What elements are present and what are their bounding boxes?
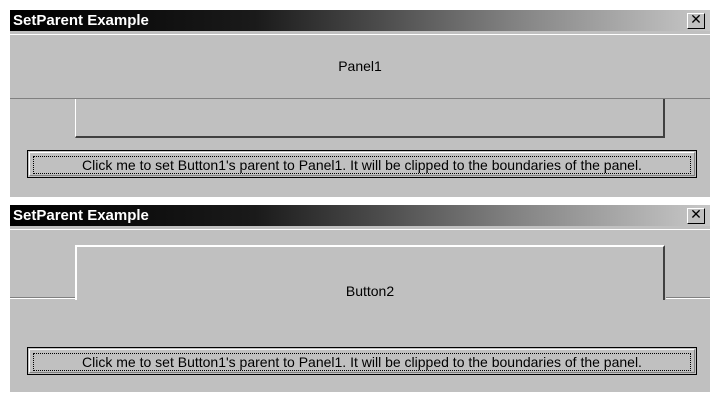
close-icon: ✕: [690, 12, 702, 28]
panel1-bottom-edge-left: [10, 297, 75, 299]
button1[interactable]: [75, 99, 665, 138]
set-parent-button-face: Click me to set Button1's parent to Pane…: [29, 349, 695, 373]
close-button[interactable]: ✕: [687, 13, 705, 29]
title-bar[interactable]: SetParent Example ✕: [10, 205, 710, 226]
panel1-top-edge: [10, 229, 710, 230]
panel1: Panel1: [10, 34, 710, 99]
set-parent-button[interactable]: Click me to set Button1's parent to Pane…: [27, 347, 697, 375]
close-button[interactable]: ✕: [687, 208, 705, 224]
panel1-bottom-edge-right: [666, 297, 710, 299]
set-parent-button-label: Click me to set Button1's parent to Pane…: [33, 156, 691, 174]
setparent-window-1: SetParent Example ✕ Panel1 Click me to s…: [10, 10, 710, 197]
set-parent-button-face: Click me to set Button1's parent to Pane…: [29, 152, 695, 176]
title-bar[interactable]: SetParent Example ✕: [10, 10, 710, 31]
panel1-label: Panel1: [338, 58, 382, 74]
window-title: SetParent Example: [13, 12, 149, 29]
button2[interactable]: Button2: [75, 245, 665, 300]
set-parent-button[interactable]: Click me to set Button1's parent to Pane…: [27, 150, 697, 178]
window-title: SetParent Example: [13, 207, 149, 224]
set-parent-button-label: Click me to set Button1's parent to Pane…: [33, 353, 691, 371]
button2-label: Button2: [345, 283, 395, 299]
setparent-window-2: SetParent Example ✕ Button2 Click me to …: [10, 205, 710, 392]
close-icon: ✕: [690, 207, 702, 223]
